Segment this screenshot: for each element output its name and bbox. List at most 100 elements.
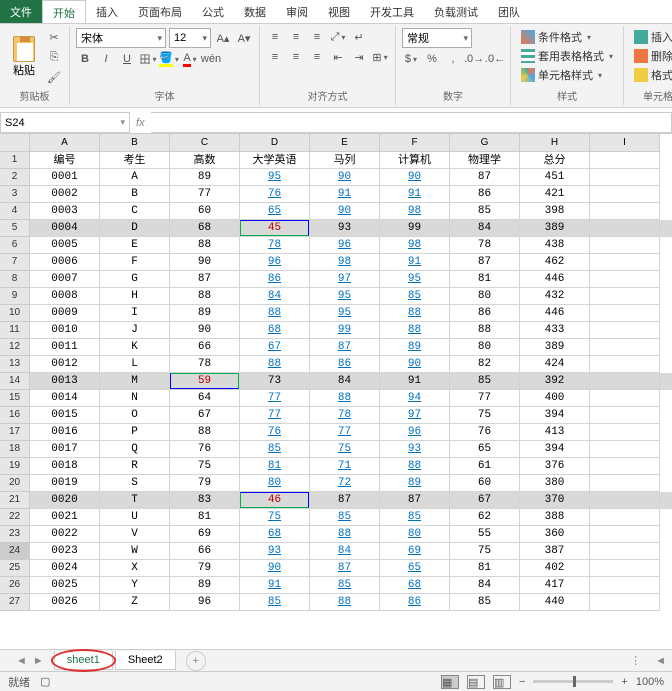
cell-I21[interactable] (590, 492, 660, 509)
cell-G10[interactable]: 86 (450, 305, 520, 322)
cell-I23[interactable] (590, 526, 660, 543)
cell-H21[interactable]: 370 (520, 492, 590, 509)
cell-E16[interactable]: 78 (310, 407, 380, 424)
col-header-H[interactable]: H (520, 134, 590, 152)
cell-G20[interactable]: 60 (450, 475, 520, 492)
cell-F25[interactable]: 65 (380, 560, 450, 577)
row-header-8[interactable]: 8 (0, 271, 30, 288)
cell-F14[interactable]: 91 (380, 373, 450, 390)
cell-G17[interactable]: 76 (450, 424, 520, 441)
cell-B16[interactable]: O (100, 407, 170, 424)
underline-button[interactable]: U (118, 50, 136, 68)
row-header-1[interactable]: 1 (0, 152, 30, 169)
cell-D16[interactable]: 77 (240, 407, 310, 424)
cell-C10[interactable]: 89 (170, 305, 240, 322)
cell-C2[interactable]: 89 (170, 169, 240, 186)
border-button[interactable]: 田 (139, 50, 157, 68)
cell-F1[interactable]: 计算机 (380, 152, 450, 169)
row-header-27[interactable]: 27 (0, 594, 30, 611)
col-header-B[interactable]: B (100, 134, 170, 152)
cell-E9[interactable]: 95 (310, 288, 380, 305)
cell-D1[interactable]: 大学英语 (240, 152, 310, 169)
row-header-24[interactable]: 24 (0, 543, 30, 560)
cell-A6[interactable]: 0005 (30, 237, 100, 254)
cell-B15[interactable]: N (100, 390, 170, 407)
cell-A22[interactable]: 0021 (30, 509, 100, 526)
cell-H8[interactable]: 446 (520, 271, 590, 288)
menu-tab-8[interactable]: 负载测试 (424, 0, 488, 23)
cell-G14[interactable]: 85 (450, 373, 520, 390)
cell-A26[interactable]: 0025 (30, 577, 100, 594)
cell-B10[interactable]: I (100, 305, 170, 322)
cell-G26[interactable]: 84 (450, 577, 520, 594)
cell-C5[interactable]: 68 (170, 220, 240, 237)
zoom-out-button[interactable]: − (519, 676, 525, 688)
cell-D20[interactable]: 80 (240, 475, 310, 492)
cell-I14[interactable] (590, 373, 660, 390)
cell-I12[interactable] (590, 339, 660, 356)
cell-E7[interactable]: 98 (310, 254, 380, 271)
row-header-20[interactable]: 20 (0, 475, 30, 492)
cell-A15[interactable]: 0014 (30, 390, 100, 407)
cell-H18[interactable]: 394 (520, 441, 590, 458)
cell-E23[interactable]: 88 (310, 526, 380, 543)
cell-E3[interactable]: 91 (310, 186, 380, 203)
cell-G11[interactable]: 88 (450, 322, 520, 339)
cell-C14[interactable]: 59 (170, 373, 240, 390)
cell-G8[interactable]: 81 (450, 271, 520, 288)
view-layout-button[interactable]: ▤ (467, 675, 485, 689)
cell-A25[interactable]: 0024 (30, 560, 100, 577)
row-header-23[interactable]: 23 (0, 526, 30, 543)
cell-D14[interactable]: 73 (240, 373, 310, 390)
cell-D27[interactable]: 85 (240, 594, 310, 611)
cell-A10[interactable]: 0009 (30, 305, 100, 322)
align-middle-button[interactable]: ≡ (287, 28, 305, 46)
zoom-in-button[interactable]: + (621, 676, 627, 688)
cell-G2[interactable]: 87 (450, 169, 520, 186)
fill-color-button[interactable]: 🪣 (160, 50, 178, 68)
cell-I13[interactable] (590, 356, 660, 373)
cell-H17[interactable]: 413 (520, 424, 590, 441)
insert-cells-button[interactable]: 插入 (630, 28, 672, 46)
conditional-format-button[interactable]: 条件格式 (517, 28, 617, 46)
cell-D24[interactable]: 93 (240, 543, 310, 560)
cell-D3[interactable]: 76 (240, 186, 310, 203)
select-all-corner[interactable] (0, 134, 30, 152)
row-header-6[interactable]: 6 (0, 237, 30, 254)
cell-A2[interactable]: 0001 (30, 169, 100, 186)
cell-F12[interactable]: 89 (380, 339, 450, 356)
increase-indent-button[interactable]: ⇥ (350, 48, 368, 66)
cell-H4[interactable]: 398 (520, 203, 590, 220)
tab-split-icon[interactable]: ⋮ (624, 654, 647, 667)
menu-tab-6[interactable]: 视图 (318, 0, 360, 23)
cell-A5[interactable]: 0004 (30, 220, 100, 237)
menu-tab-2[interactable]: 页面布局 (128, 0, 192, 23)
cell-E12[interactable]: 87 (310, 339, 380, 356)
row-header-14[interactable]: 14 (0, 373, 30, 390)
cell-I11[interactable] (590, 322, 660, 339)
align-center-button[interactable]: ≡ (287, 48, 305, 66)
cell-A24[interactable]: 0023 (30, 543, 100, 560)
cell-H22[interactable]: 388 (520, 509, 590, 526)
cell-G9[interactable]: 80 (450, 288, 520, 305)
cell-F7[interactable]: 91 (380, 254, 450, 271)
cell-C17[interactable]: 88 (170, 424, 240, 441)
cell-G6[interactable]: 78 (450, 237, 520, 254)
formula-input[interactable] (151, 112, 672, 133)
cell-I25[interactable] (590, 560, 660, 577)
cell-A12[interactable]: 0011 (30, 339, 100, 356)
cell-D25[interactable]: 90 (240, 560, 310, 577)
cell-G16[interactable]: 75 (450, 407, 520, 424)
cell-B8[interactable]: G (100, 271, 170, 288)
col-header-G[interactable]: G (450, 134, 520, 152)
cell-H25[interactable]: 402 (520, 560, 590, 577)
cell-D11[interactable]: 68 (240, 322, 310, 339)
cell-F21[interactable]: 87 (380, 492, 450, 509)
cell-B18[interactable]: Q (100, 441, 170, 458)
row-header-18[interactable]: 18 (0, 441, 30, 458)
zoom-level[interactable]: 100% (636, 676, 664, 688)
cell-H24[interactable]: 387 (520, 543, 590, 560)
table-format-button[interactable]: 套用表格格式 (517, 47, 617, 65)
cell-D22[interactable]: 75 (240, 509, 310, 526)
cell-C7[interactable]: 90 (170, 254, 240, 271)
